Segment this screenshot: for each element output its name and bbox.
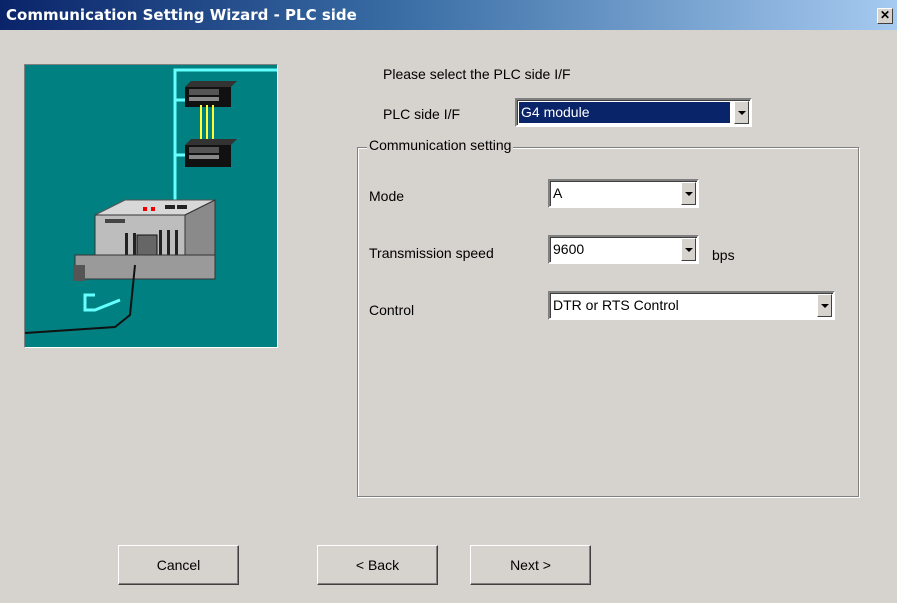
control-dropdown[interactable]: DTR or RTS Control	[548, 291, 835, 320]
transmission-speed-value: 9600	[553, 241, 585, 257]
control-label: Control	[369, 302, 415, 318]
chevron-down-icon[interactable]	[681, 238, 696, 261]
back-button[interactable]: < Back	[317, 545, 438, 585]
speed-unit-label: bps	[712, 247, 735, 263]
mode-label: Mode	[369, 188, 405, 204]
chevron-down-icon[interactable]	[681, 182, 696, 205]
mode-dropdown[interactable]: A	[548, 179, 699, 208]
wizard-window: Communication Setting Wizard - PLC side …	[0, 0, 897, 603]
title-bar[interactable]: Communication Setting Wizard - PLC side …	[0, 0, 897, 30]
plc-side-if-value: G4 module	[519, 102, 730, 123]
mode-value: A	[553, 185, 563, 201]
chevron-down-icon[interactable]	[734, 101, 749, 124]
prompt-text: Please select the PLC side I/F	[383, 66, 571, 82]
communication-setting-legend: Communication setting	[367, 137, 514, 153]
window-title: Communication Setting Wizard - PLC side	[6, 6, 357, 24]
plc-side-if-label: PLC side I/F	[383, 106, 461, 122]
plc-network-illustration	[24, 64, 278, 348]
transmission-speed-label: Transmission speed	[369, 245, 494, 261]
next-button[interactable]: Next >	[470, 545, 591, 585]
plc-side-if-dropdown[interactable]: G4 module	[515, 98, 752, 127]
plc-network-icon	[25, 68, 277, 334]
close-icon: ✕	[879, 8, 891, 22]
chevron-down-icon[interactable]	[817, 294, 832, 317]
close-button[interactable]: ✕	[877, 8, 893, 24]
transmission-speed-dropdown[interactable]: 9600	[548, 235, 699, 264]
control-value: DTR or RTS Control	[553, 297, 679, 313]
cancel-button[interactable]: Cancel	[118, 545, 239, 585]
